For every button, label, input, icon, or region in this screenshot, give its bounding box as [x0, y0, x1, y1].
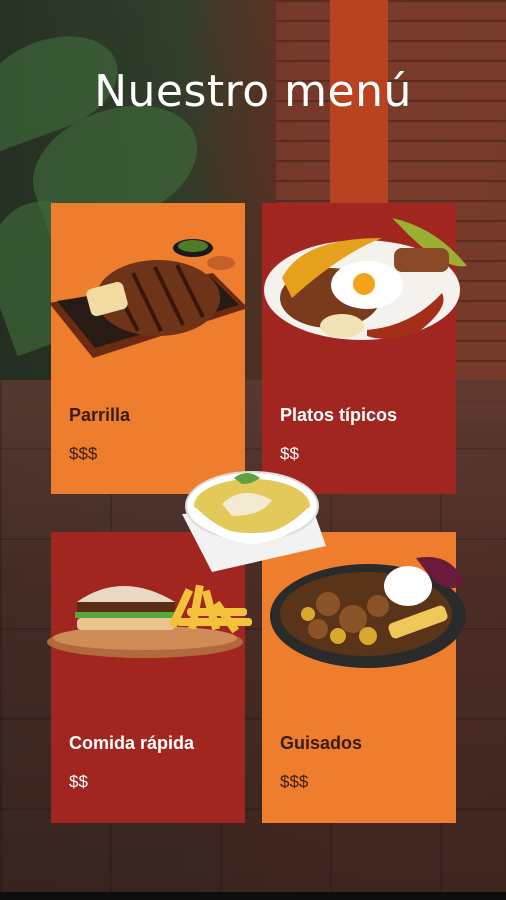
menu-card-parrilla[interactable]: Parrilla $$$ — [49, 203, 248, 494]
menu-item-name: Platos típicos — [280, 405, 398, 425]
menu-item-name: Guisados — [280, 733, 363, 753]
soup-bowl-icon — [182, 471, 326, 572]
menu-item-price: $$$ — [69, 444, 98, 463]
menu-card-platos-tipicos[interactable]: Platos típicos $$ — [262, 203, 467, 494]
menu-item-price: $$$ — [280, 772, 309, 791]
bandeja-paisa-icon — [264, 218, 467, 340]
grilled-steak-icon — [49, 239, 248, 358]
burger-fries-icon — [47, 584, 252, 658]
system-nav-bar — [0, 892, 506, 900]
menu-item-name: Parrilla — [69, 405, 131, 425]
menu-item-name: Comida rápida — [69, 733, 195, 753]
page-title: Nuestro menú — [94, 66, 412, 117]
menu-item-price: $$ — [69, 772, 88, 791]
